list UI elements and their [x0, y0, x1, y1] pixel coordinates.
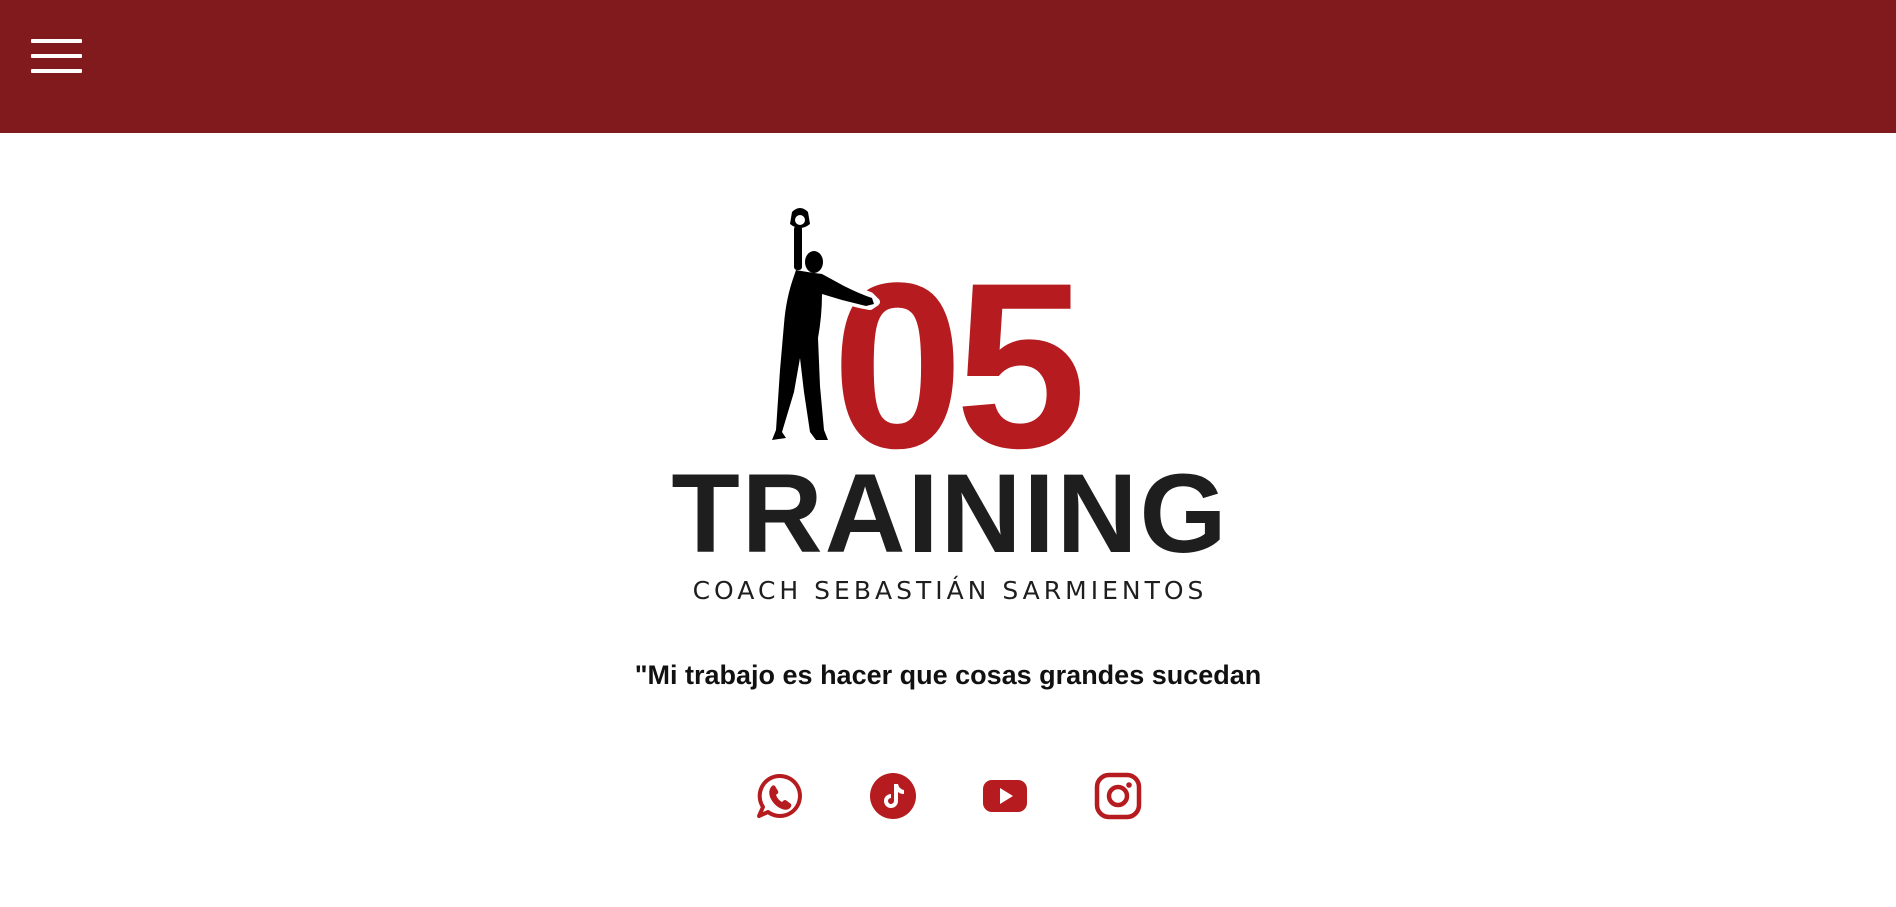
youtube-link[interactable]	[980, 771, 1030, 821]
top-navigation-bar	[0, 0, 1896, 133]
kettlebell-athlete-icon	[762, 206, 880, 446]
youtube-icon	[983, 780, 1027, 812]
whatsapp-icon	[757, 773, 802, 818]
brand-logo: 05 TRAINING COACH SEBASTIÁN SARMIENTOS	[660, 200, 1240, 610]
logo-wordmark: TRAINING	[671, 451, 1229, 576]
instagram-link[interactable]	[1093, 771, 1143, 821]
tiktok-link[interactable]	[868, 771, 918, 821]
hamburger-menu-icon[interactable]	[31, 39, 82, 75]
logo-subtitle: COACH SEBASTIÁN SARMIENTOS	[692, 576, 1208, 605]
whatsapp-link[interactable]	[754, 771, 804, 821]
instagram-icon	[1094, 772, 1142, 820]
tiktok-icon	[870, 773, 916, 819]
menu-line	[31, 69, 82, 73]
menu-line	[31, 54, 82, 58]
menu-line	[31, 39, 82, 43]
motto-quote: "Mi trabajo es hacer que cosas grandes s…	[634, 660, 1262, 690]
